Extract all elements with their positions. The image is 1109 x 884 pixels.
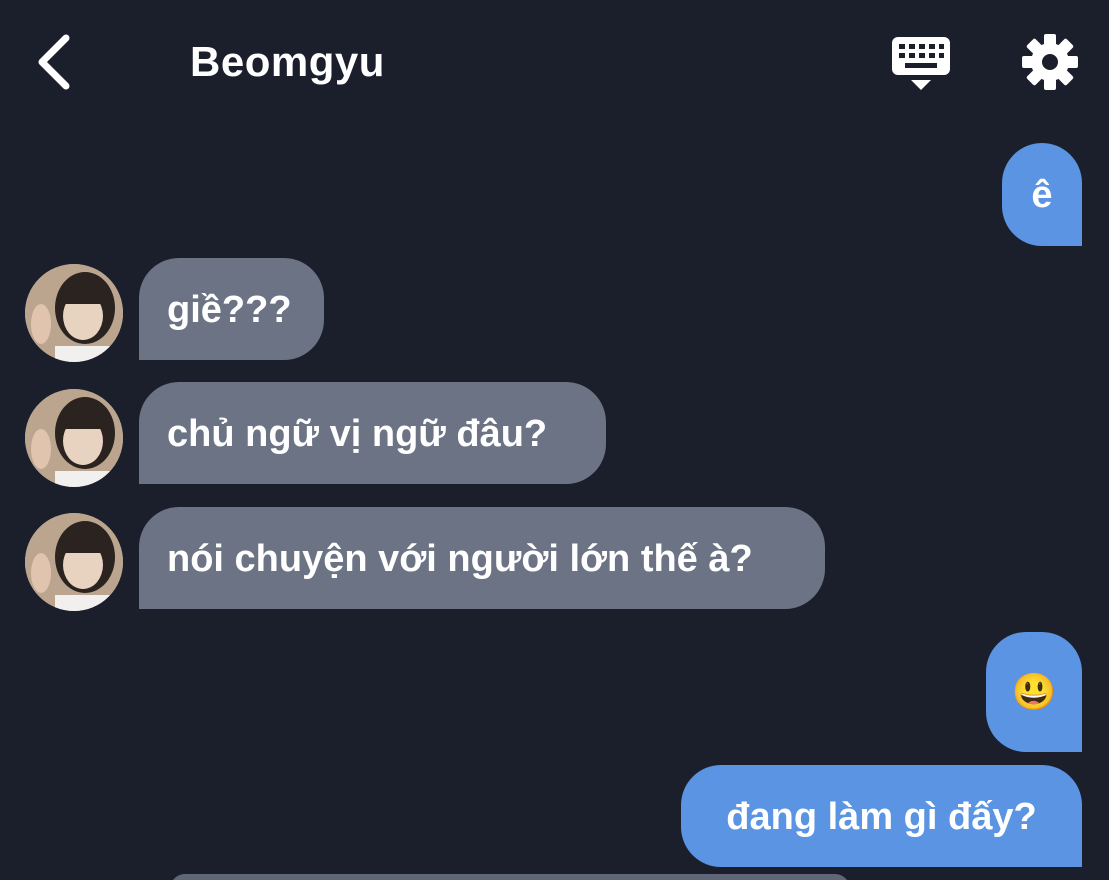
received-message[interactable]: giề??? (139, 258, 324, 360)
avatar[interactable] (25, 513, 123, 611)
received-message[interactable]: nói chuyện với người lớn thế à? (139, 507, 825, 609)
sent-message[interactable]: ê (1002, 143, 1082, 246)
message-text: đang làm gì đấy? (726, 796, 1037, 838)
avatar-photo-icon (25, 264, 123, 362)
avatar[interactable] (25, 389, 123, 487)
message-text: ê (1031, 174, 1053, 216)
message-text: chủ ngữ vị ngữ đâu? (167, 413, 548, 455)
message-list: ê giề??? chủ ngữ vị ngữ đâu? nói chuyện … (0, 0, 1109, 884)
avatar[interactable] (25, 264, 123, 362)
avatar-photo-icon (25, 389, 123, 487)
message-text: nói chuyện với người lớn thế à? (167, 538, 753, 580)
message-text: giề??? (167, 289, 292, 331)
chat-screen: Beomgyu ê giề??? chủ ngữ vị ngữ đâu? nói… (0, 0, 1109, 884)
bottom-edge (0, 880, 1109, 884)
avatar-photo-icon (25, 513, 123, 611)
sent-message[interactable]: 😃 (986, 632, 1082, 752)
sent-message[interactable]: đang làm gì đấy? (681, 765, 1082, 867)
received-message[interactable]: chủ ngữ vị ngữ đâu? (139, 382, 606, 484)
emoji-text: 😃 (1011, 671, 1057, 712)
